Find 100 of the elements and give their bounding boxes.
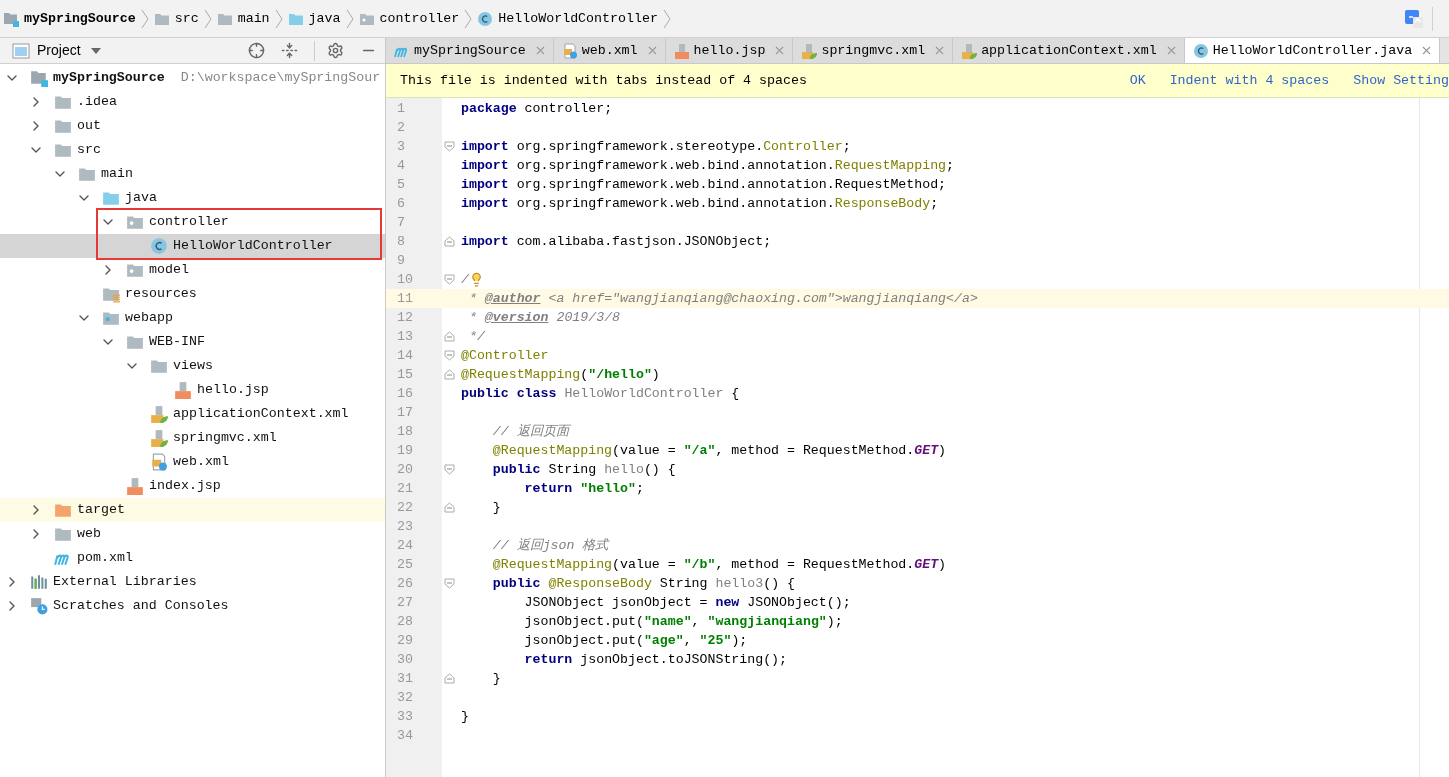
package-folder-icon (126, 261, 144, 279)
fold-marker-icon[interactable] (443, 350, 455, 361)
editor-tab[interactable]: web.xml (553, 38, 666, 63)
tree-item[interactable]: java (0, 186, 385, 210)
line-number: 10 (396, 270, 414, 289)
breadcrumb-item[interactable]: main (213, 8, 273, 29)
folder-icon (150, 357, 168, 375)
settings-icon[interactable] (327, 42, 344, 59)
tree-item[interactable]: main (0, 162, 385, 186)
line-number: 28 (396, 612, 414, 631)
folder-icon (54, 93, 72, 111)
package-folder-icon (126, 213, 144, 231)
code-line: public String hello() { (491, 461, 676, 479)
chevron-right-icon (140, 8, 149, 29)
source-folder-icon (102, 189, 120, 207)
fold-marker-icon[interactable] (443, 578, 455, 589)
code-line: @RequestMapping(value = "/b", method = RequestMethod.GET) (491, 556, 947, 574)
line-number: 19 (396, 441, 414, 460)
line-number: 21 (396, 479, 414, 498)
tree-item-label: model (149, 261, 189, 280)
tree-item[interactable]: out (0, 114, 385, 138)
code-line: } (491, 499, 501, 517)
collapse-all-icon[interactable] (281, 42, 298, 59)
fold-marker-icon[interactable] (443, 464, 455, 475)
editor-tab[interactable]: applicationContext.xml (953, 38, 1185, 63)
tree-item[interactable]: springmvc.xml (0, 426, 385, 450)
module-folder-icon (3, 10, 19, 27)
tree-item-label: main (101, 165, 133, 184)
tree-item-label: mySpringSource (53, 69, 165, 88)
line-number: 7 (396, 213, 406, 232)
tree-item[interactable]: index.jsp (0, 474, 385, 498)
tree-item[interactable]: model (0, 258, 385, 282)
breadcrumb-item[interactable]: mySpringSource (0, 8, 139, 29)
tree-item[interactable]: .idea (0, 90, 385, 114)
tree-item[interactable]: HelloWorldController (0, 234, 385, 258)
tree-item[interactable]: Scratches and Consoles (0, 594, 385, 618)
tree-item[interactable]: web.xml (0, 450, 385, 474)
tree-item-label: resources (125, 285, 197, 304)
folder-icon (126, 333, 144, 351)
editor-tab[interactable]: hello.jsp (665, 38, 794, 63)
chevron-right-icon (203, 8, 212, 29)
line-number: 16 (396, 384, 414, 403)
code-line: @Controller (461, 347, 549, 365)
dropdown-caret-icon[interactable] (90, 47, 101, 54)
breadcrumb-item[interactable]: HelloWorldController (474, 8, 661, 29)
editor-tab[interactable]: HelloWorldController.java (1184, 38, 1441, 63)
tree-item[interactable]: hello.jsp (0, 378, 385, 402)
tree-item[interactable]: pom.xml (0, 546, 385, 570)
code-line: } (461, 708, 469, 726)
tree-item-label: webapp (125, 309, 173, 328)
code-line: import org.springframework.web.bind.annotation.RequestMethod; (461, 176, 947, 194)
code-line: public @ResponseBody String hello3() { (491, 575, 795, 593)
fold-marker-icon[interactable] (443, 141, 455, 152)
line-number: 11 (396, 289, 414, 308)
breadcrumb-item[interactable]: java (284, 8, 344, 29)
line-number: 24 (396, 536, 414, 555)
editor-tab[interactable]: mySpringSource (386, 38, 554, 63)
locate-icon[interactable] (248, 42, 265, 59)
tree-item[interactable]: views (0, 354, 385, 378)
tree-item[interactable]: target (0, 498, 385, 522)
breadcrumb-item[interactable]: src (150, 8, 202, 29)
tree-item-label: applicationContext.xml (173, 405, 349, 424)
tree-item-label: pom.xml (77, 549, 133, 568)
banner-link[interactable]: OK (1129, 70, 1146, 91)
code-line: jsonObject.put("name", "wangjianqiang"); (523, 613, 843, 631)
code-line: // 返回页面 (491, 423, 569, 441)
tree-item[interactable]: controller (0, 210, 385, 234)
tree-item[interactable]: mySpringSource D:\workspace\mySpringSour (0, 66, 385, 90)
tree-item[interactable]: webapp (0, 306, 385, 330)
tree-item[interactable]: web (0, 522, 385, 546)
tree-item[interactable]: resources (0, 282, 385, 306)
fold-marker-icon[interactable] (443, 274, 455, 285)
breadcrumb-item[interactable]: controller (355, 8, 463, 29)
line-number: 25 (396, 555, 414, 574)
banner-link[interactable]: Show Setting (1353, 70, 1449, 91)
editor-tab[interactable]: springmvc.xml (793, 38, 954, 63)
banner-link[interactable]: Indent with 4 spaces (1169, 70, 1330, 91)
tree-item[interactable]: src (0, 138, 385, 162)
tree-item-label: External Libraries (53, 573, 197, 592)
folder-icon (54, 117, 72, 135)
xml-file-icon (961, 42, 978, 59)
line-number: 8 (396, 232, 406, 251)
line-number: 13 (396, 327, 414, 346)
line-number: 33 (396, 707, 414, 726)
tree-item[interactable]: WEB-INF (0, 330, 385, 354)
line-number: 3 (396, 137, 406, 156)
code-line: import com.alibaba.fastjson.JSONObject; (461, 233, 772, 251)
translate-icon[interactable] (1404, 8, 1424, 29)
tree-item-label: target (77, 501, 125, 520)
tree-item-label: .idea (77, 93, 117, 112)
jsp-file-icon (673, 42, 690, 59)
tree-item[interactable]: applicationContext.xml (0, 402, 385, 426)
resources-folder-icon (102, 285, 120, 303)
tree-item-label: src (77, 141, 101, 160)
scratches-icon (30, 597, 48, 615)
line-number: 22 (396, 498, 414, 517)
line-number: 9 (396, 251, 406, 270)
tree-item[interactable]: External Libraries (0, 570, 385, 594)
libraries-icon (30, 573, 48, 591)
panel-title[interactable]: Project (37, 40, 81, 61)
